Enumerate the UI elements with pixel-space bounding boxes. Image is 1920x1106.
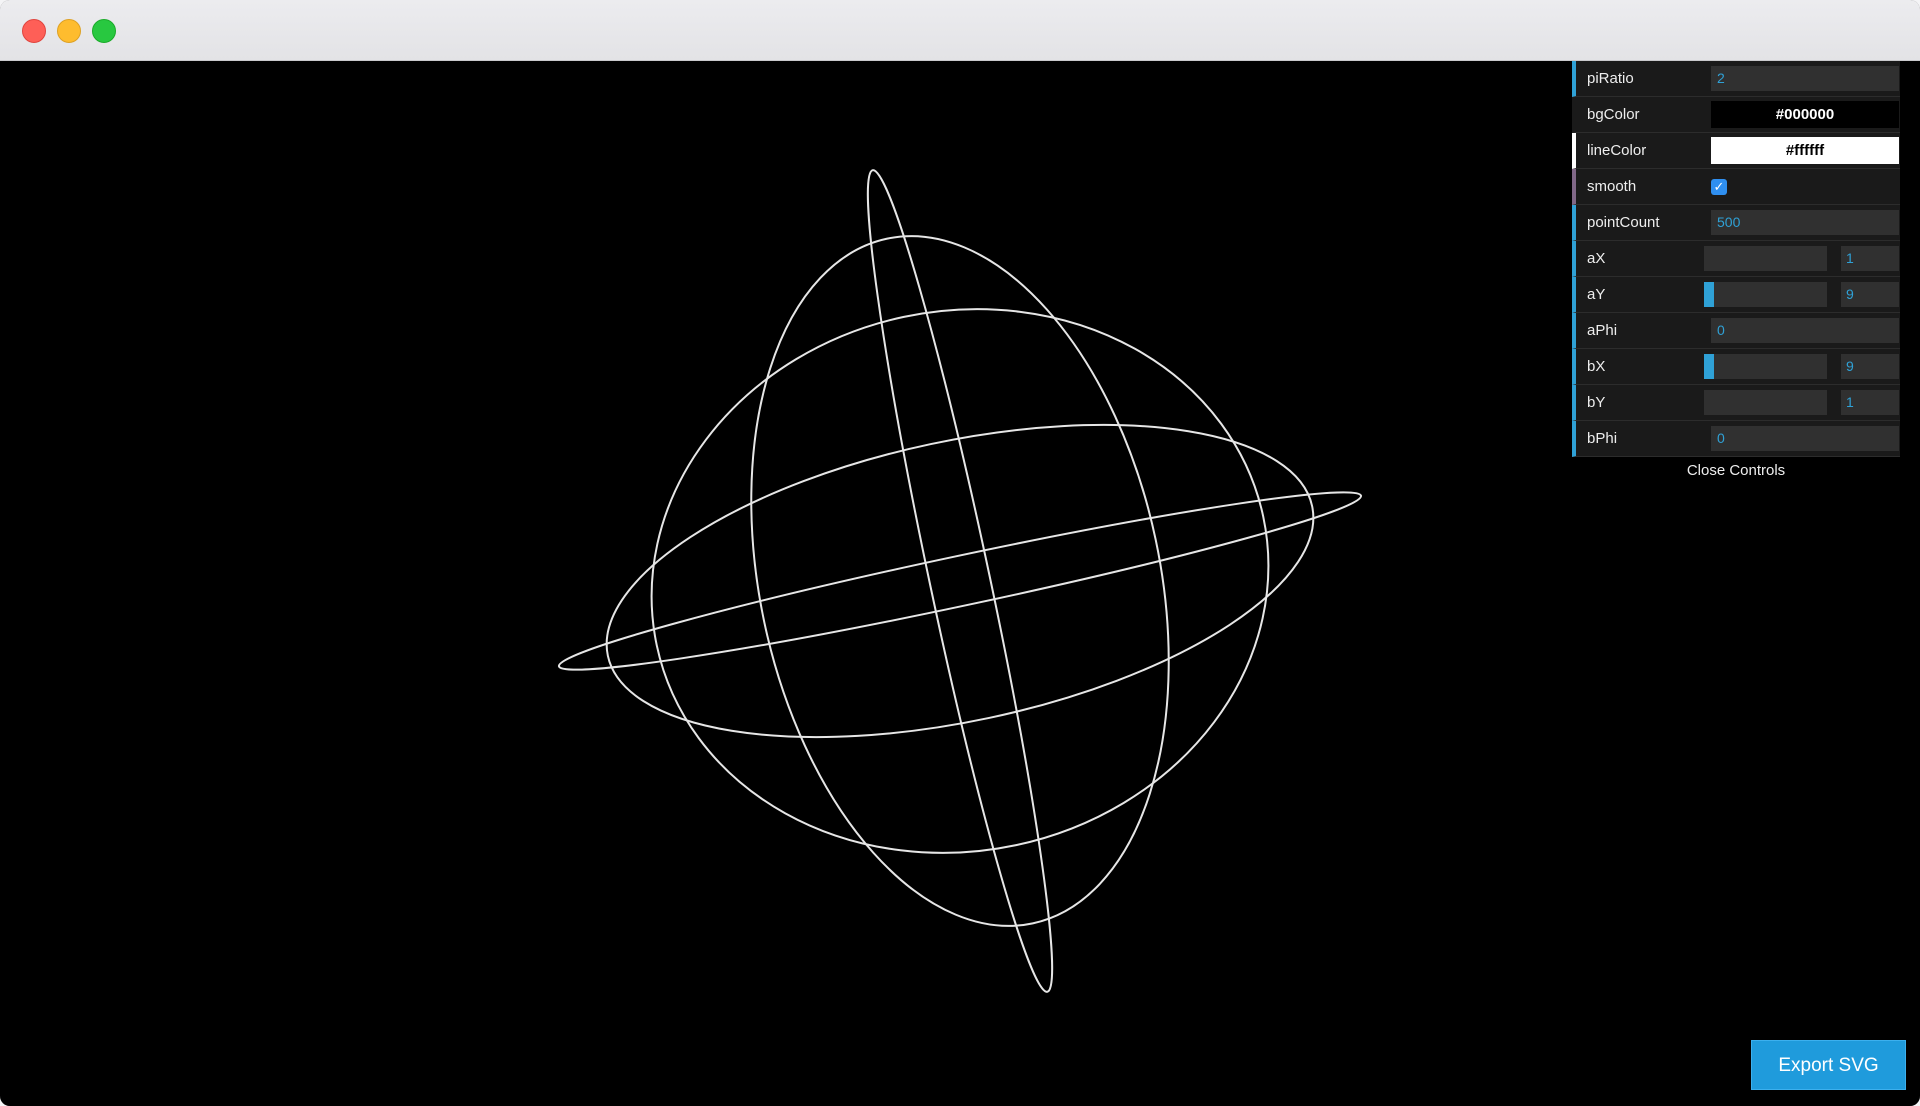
bY-input[interactable]: 1 [1841,390,1899,415]
piRatio-input[interactable]: 2 [1711,66,1899,91]
control-smooth: smooth ✓ [1572,169,1900,205]
title-bar [0,0,1920,61]
pointCount-label: pointCount [1587,214,1660,231]
aY-slider-fill [1704,282,1714,307]
bY-label: bY [1587,394,1606,411]
aX-input[interactable]: 1 [1841,246,1899,271]
aY-slider[interactable] [1704,282,1827,307]
control-bX: bX 9 [1572,349,1900,385]
control-pointCount: pointCount 500 [1572,205,1900,241]
bPhi-input[interactable]: 0 [1711,426,1899,451]
aX-slider[interactable] [1704,246,1827,271]
bX-slider-fill [1704,354,1714,379]
aY-input[interactable]: 9 [1841,282,1899,307]
bPhi-label: bPhi [1587,430,1618,447]
minimize-window-button[interactable] [57,19,81,43]
curve-loop-1 [557,491,1363,671]
curve-loop-3 [650,308,1270,854]
controls-panel: piRatio 2 bgColor #000000 lineColor #fff… [1572,61,1900,485]
bY-slider[interactable] [1704,390,1827,415]
aY-label: aY [1587,286,1606,303]
app-window: piRatio 2 bgColor #000000 lineColor #fff… [0,0,1920,1106]
control-aY: aY 9 [1572,277,1900,313]
bX-input[interactable]: 9 [1841,354,1899,379]
lineColor-label: lineColor [1587,142,1647,159]
piRatio-label: piRatio [1587,70,1634,87]
maximize-window-button[interactable] [92,19,116,43]
curve-loop-4 [750,235,1170,927]
control-lineColor: lineColor #ffffff [1572,133,1900,169]
bX-label: bX [1587,358,1606,375]
control-bY: bY 1 [1572,385,1900,421]
control-aX: aX 1 [1572,241,1900,277]
smooth-label: smooth [1587,178,1637,195]
curve-loop-5 [866,169,1054,993]
control-bPhi: bPhi 0 [1572,421,1900,457]
bX-slider[interactable] [1704,354,1827,379]
control-piRatio: piRatio 2 [1572,61,1900,97]
bgColor-label: bgColor [1587,106,1640,123]
control-aPhi: aPhi 0 [1572,313,1900,349]
bgColor-swatch[interactable]: #000000 [1711,101,1899,128]
aPhi-label: aPhi [1587,322,1618,339]
smooth-checkbox[interactable]: ✓ [1711,179,1727,195]
close-window-button[interactable] [22,19,46,43]
control-bgColor: bgColor #000000 [1572,97,1900,133]
pointCount-input[interactable]: 500 [1711,210,1899,235]
aX-label: aX [1587,250,1606,267]
lineColor-swatch[interactable]: #ffffff [1711,137,1899,164]
close-controls-button[interactable]: Close Controls [1572,457,1900,485]
aPhi-input[interactable]: 0 [1711,318,1899,343]
export-svg-button[interactable]: Export SVG [1751,1040,1906,1090]
